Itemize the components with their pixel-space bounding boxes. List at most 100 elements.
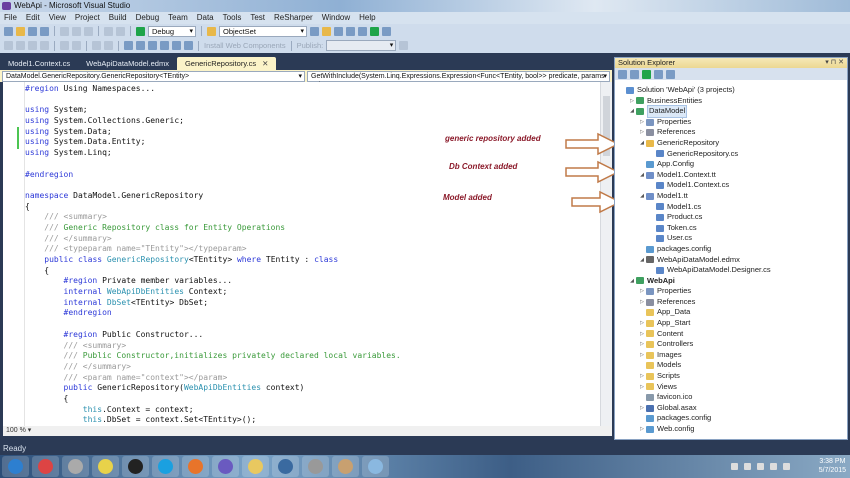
tree-item[interactable]: Model1.cs [615,202,847,213]
code-text[interactable]: #region Using Namespaces... using System;… [25,84,401,426]
start-debug-icon[interactable] [136,26,145,36]
tree-item[interactable]: packages.config [615,244,847,255]
clock[interactable]: 3:38 PM 5/7/2015 [819,457,846,475]
object-browser-icon[interactable] [346,26,355,36]
menu-item-resharper[interactable]: ReSharper [274,12,313,24]
solution-config-select[interactable]: Debug [148,25,196,37]
menu-item-edit[interactable]: Edit [26,12,40,24]
tree-item[interactable]: ◢ WebApi [615,276,847,287]
save-icon[interactable] [28,26,37,36]
taskbar-app-tools[interactable] [302,456,329,477]
copy-icon[interactable] [72,26,81,36]
menu-item-test[interactable]: Test [250,12,265,24]
menu-item-file[interactable]: File [4,12,17,24]
tree-item[interactable]: ▷ References [615,297,847,308]
more-icon[interactable] [382,26,391,36]
undo-icon[interactable] [104,26,113,36]
taskbar-app-start[interactable] [2,456,29,477]
tree-item[interactable]: Models [615,360,847,371]
view-code-icon[interactable] [654,69,663,79]
tree-item[interactable]: ▷ References [615,127,847,138]
tree-item[interactable]: Solution 'WebApi' (3 projects) [615,85,847,96]
publish-select[interactable] [326,40,397,51]
taskbar-app-notepad[interactable] [362,456,389,477]
tree-item[interactable]: Product.cs [615,212,847,223]
type-dropdown[interactable]: DataModel.GenericRepository.GenericRepos… [2,71,305,82]
tree-item[interactable]: WebApiDataModel.Designer.cs [615,265,847,276]
tree-item[interactable]: ◢ WebApiDataModel.edmx [615,255,847,266]
member-dropdown[interactable]: GetWithInclude(System.Linq.Expressions.E… [307,71,610,89]
network-icon[interactable] [757,463,764,470]
expand-icon[interactable]: ▷ [638,371,646,382]
cut-icon[interactable] [60,26,69,36]
bookmark-icon[interactable] [136,41,145,50]
tree-item[interactable]: ◢ Model1.tt [615,191,847,202]
expanded-icon[interactable]: ◢ [638,138,646,149]
expand-icon[interactable]: ▷ [638,127,646,138]
save-all-icon[interactable] [40,26,49,36]
code-editor[interactable]: #region Using Namespaces... using System;… [3,82,612,426]
taskbar-app-p[interactable] [122,456,149,477]
team-explorer-icon[interactable] [358,26,367,36]
bookmark-icon[interactable] [160,41,169,50]
taskbar-app-sticky-notes[interactable] [92,456,119,477]
bookmark-icon[interactable] [172,41,181,50]
bookmark-icon[interactable] [148,41,157,50]
refresh-icon[interactable] [642,69,651,79]
expand-icon[interactable]: ▷ [638,382,646,393]
menu-item-project[interactable]: Project [75,12,100,24]
taskbar-app-app[interactable] [62,456,89,477]
tree-item[interactable]: App.Config [615,159,847,170]
tree-item[interactable]: favicon.ico [615,392,847,403]
expand-icon[interactable]: ▷ [638,424,646,435]
expand-icon[interactable]: ▷ [638,350,646,361]
bookmark-icon[interactable] [124,41,133,50]
tree-item[interactable]: Token.cs [615,223,847,234]
pin-close-icon[interactable]: ▾ ⊓ ✕ [825,58,844,68]
tree-item[interactable]: ▷ Properties [615,286,847,297]
taskbar-app-vs[interactable] [212,456,239,477]
tab-document[interactable]: WebApiDataModel.edmx [78,57,177,70]
comment-icon[interactable] [92,41,101,50]
show-all-files-icon[interactable] [630,69,639,79]
publish-icon[interactable] [399,41,409,50]
install-web-components-button[interactable]: Install Web Components [204,41,286,50]
expanded-icon[interactable]: ◢ [628,106,636,117]
tree-item[interactable]: ◢ DataModel [615,105,847,118]
tray-icon[interactable] [744,463,751,470]
expand-icon[interactable]: ▷ [638,339,646,350]
tree-item[interactable]: ▷ Properties [615,117,847,128]
redo-icon[interactable] [116,26,125,36]
menu-item-team[interactable]: Team [168,12,188,24]
signal-icon[interactable] [770,463,777,470]
paste-icon[interactable] [84,26,93,36]
expanded-icon[interactable]: ◢ [638,255,646,266]
taskbar-app-chrome[interactable] [32,456,59,477]
properties-icon[interactable] [322,26,331,36]
tree-item[interactable]: ◢ GenericRepository [615,138,847,149]
taskbar-app-s[interactable] [152,456,179,477]
menu-item-help[interactable]: Help [359,12,375,24]
tree-item[interactable]: ▷ Global.asax [615,403,847,414]
tab-document[interactable]: GenericRepository.cs ✕ [176,57,277,70]
expanded-icon[interactable]: ◢ [638,170,646,181]
tree-item[interactable]: ◢ Model1.Context.tt [615,170,847,181]
tree-item[interactable]: ▷ Web.config [615,424,847,435]
tray-icon[interactable] [731,463,738,470]
taskbar-app-sql[interactable] [272,456,299,477]
close-tab-icon[interactable]: ✕ [262,59,268,68]
extension-icon[interactable] [370,26,379,36]
class-diagram-icon[interactable] [666,69,675,79]
expand-icon[interactable]: ▷ [638,329,646,340]
open-icon[interactable] [16,26,25,36]
tree-item[interactable]: ▷ App_Start [615,318,847,329]
new-project-icon[interactable] [4,26,13,36]
indent-icon[interactable] [60,41,69,50]
expand-icon[interactable]: ▷ [628,96,636,107]
tree-item[interactable]: ▷ Content [615,329,847,340]
tree-item[interactable]: GenericRepository.cs [615,149,847,160]
tab-document[interactable]: Model1.Context.cs [0,57,78,70]
find-icon[interactable] [207,26,216,36]
tree-item[interactable]: packages.config [615,413,847,424]
toolbar-icon[interactable] [16,41,25,50]
